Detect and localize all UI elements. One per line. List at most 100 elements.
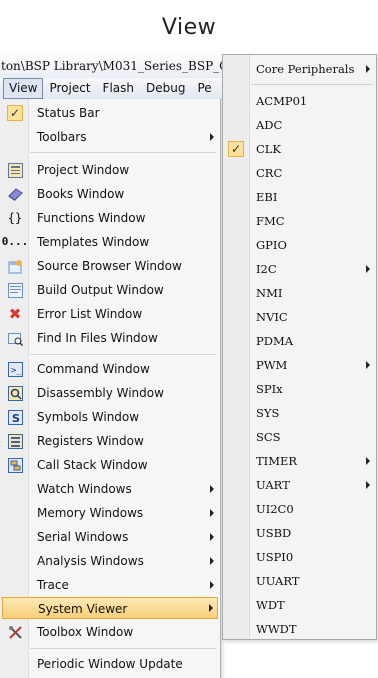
menu-item-source-browser-window[interactable]: Source Browser Window [0,255,220,277]
toolbox-icon [7,624,23,640]
page-caption: View [161,14,217,40]
menu-item-toolbars[interactable]: Toolbars [0,126,220,148]
svg-text:S: S [12,412,20,425]
submenu-arrow-icon [366,457,370,465]
templates-icon: 0... [1,235,29,248]
menu-item-find-in-files-window[interactable]: Find In Files Window [0,327,220,349]
submenu-item-acmp01[interactable]: ACMP01 [223,90,376,112]
submenu-item-usbd[interactable]: USBD [223,522,376,544]
system-viewer-submenu: Core Peripherals ACMP01 ADC ✓ CLK CRC EB… [222,54,377,640]
menu-item-trace[interactable]: Trace [0,574,220,596]
menu-item-analysis-windows[interactable]: Analysis Windows [0,550,220,572]
submenu-item-core-peripherals[interactable]: Core Peripherals [223,58,376,80]
menu-project[interactable]: Project [43,79,96,98]
menu-item-disassembly-window[interactable]: Disassembly Window [0,382,220,404]
submenu-item-nmi[interactable]: NMI [223,282,376,304]
menu-item-label: Periodic Window Update [37,657,183,671]
command-icon: >_ [7,361,23,377]
braces-icon: {} [7,211,23,225]
submenu-item-crc[interactable]: CRC [223,162,376,184]
submenu-item-timer[interactable]: TIMER [223,450,376,472]
menu-item-label: Build Output Window [37,283,164,297]
submenu-item-uspi0[interactable]: USPI0 [223,546,376,568]
submenu-item-label: NMI [256,286,283,300]
submenu-item-label: UART [256,478,290,492]
submenu-item-label: EBI [256,190,278,204]
menu-item-label: Templates Window [37,235,150,249]
menu-item-periodic-window-update[interactable]: Periodic Window Update [0,653,220,675]
source-browser-icon [7,258,23,274]
submenu-item-label: ADC [256,118,283,132]
menu-item-functions-window[interactable]: {} Functions Window [0,207,220,229]
submenu-arrow-icon [209,604,213,612]
submenu-item-pwm[interactable]: PWM [223,354,376,376]
submenu-item-adc[interactable]: ADC [223,114,376,136]
submenu-arrow-icon [366,481,370,489]
menu-separator [30,354,216,355]
menu-item-status-bar[interactable]: ✓ Status Bar [0,102,220,124]
menu-item-label: Registers Window [37,434,144,448]
submenu-item-spix[interactable]: SPIx [223,378,376,400]
menu-item-memory-windows[interactable]: Memory Windows [0,502,220,524]
submenu-arrow-icon [210,485,214,493]
submenu-item-uart[interactable]: UART [223,474,376,496]
submenu-item-label: NVIC [256,310,288,324]
submenu-arrow-icon [366,361,370,369]
find-in-files-icon [7,330,23,346]
project-window-icon [7,162,23,178]
submenu-item-sys[interactable]: SYS [223,402,376,424]
menu-item-label: Command Window [37,362,150,376]
submenu-item-nvic[interactable]: NVIC [223,306,376,328]
submenu-item-clk[interactable]: ✓ CLK [223,138,376,160]
submenu-item-label: FMC [256,214,285,228]
submenu-arrow-icon [210,133,214,141]
menu-item-toolbox-window[interactable]: Toolbox Window [0,621,220,643]
menu-item-registers-window[interactable]: Registers Window [0,430,220,452]
menu-separator [30,648,216,649]
submenu-item-label: ACMP01 [256,94,308,108]
menu-item-symbols-window[interactable]: S Symbols Window [0,406,220,428]
menu-item-books-window[interactable]: Books Window [0,183,220,205]
submenu-item-ebi[interactable]: EBI [223,186,376,208]
submenu-item-label: WWDT [256,622,297,636]
menu-separator [30,152,216,153]
disassembly-icon [7,385,23,401]
submenu-item-pdma[interactable]: PDMA [223,330,376,352]
menu-item-command-window[interactable]: >_ Command Window [0,358,220,380]
call-stack-icon [7,457,23,473]
menu-item-label: Memory Windows [37,506,144,520]
menu-item-label: Find In Files Window [37,331,158,345]
menu-item-watch-windows[interactable]: Watch Windows [0,478,220,500]
submenu-item-wdt[interactable]: WDT [223,594,376,616]
submenu-arrow-icon [210,533,214,541]
submenu-item-gpio[interactable]: GPIO [223,234,376,256]
menu-item-project-window[interactable]: Project Window [0,159,220,181]
submenu-item-label: I2C [256,262,277,276]
menu-flash[interactable]: Flash [97,79,140,98]
menu-item-build-output-window[interactable]: Build Output Window [0,279,220,301]
submenu-item-label: CLK [256,142,282,156]
submenu-item-label: USPI0 [256,550,294,564]
submenu-item-scs[interactable]: SCS [223,426,376,448]
submenu-item-fmc[interactable]: FMC [223,210,376,232]
submenu-item-label: UI2C0 [256,502,294,516]
menu-item-label: Status Bar [37,106,100,120]
menu-view[interactable]: View [3,78,44,99]
menu-item-system-viewer[interactable]: System Viewer [2,597,218,619]
menu-item-serial-windows[interactable]: Serial Windows [0,526,220,548]
menu-item-label: Call Stack Window [37,458,148,472]
menu-item-label: Source Browser Window [37,259,182,273]
menu-debug[interactable]: Debug [140,79,191,98]
menu-peripherals[interactable]: Pe [191,79,217,98]
submenu-item-label: PDMA [256,334,294,348]
menu-item-templates-window[interactable]: 0... Templates Window [0,231,220,253]
submenu-item-i2c[interactable]: I2C [223,258,376,280]
submenu-item-ui2c0[interactable]: UI2C0 [223,498,376,520]
submenu-item-uuart[interactable]: UUART [223,570,376,592]
submenu-arrow-icon [210,581,214,589]
submenu-item-label: PWM [256,358,288,372]
submenu-item-wwdt[interactable]: WWDT [223,618,376,640]
menu-item-label: Trace [37,578,69,592]
menu-item-call-stack-window[interactable]: Call Stack Window [0,454,220,476]
menu-item-error-list-window[interactable]: ✖ Error List Window [0,303,220,325]
